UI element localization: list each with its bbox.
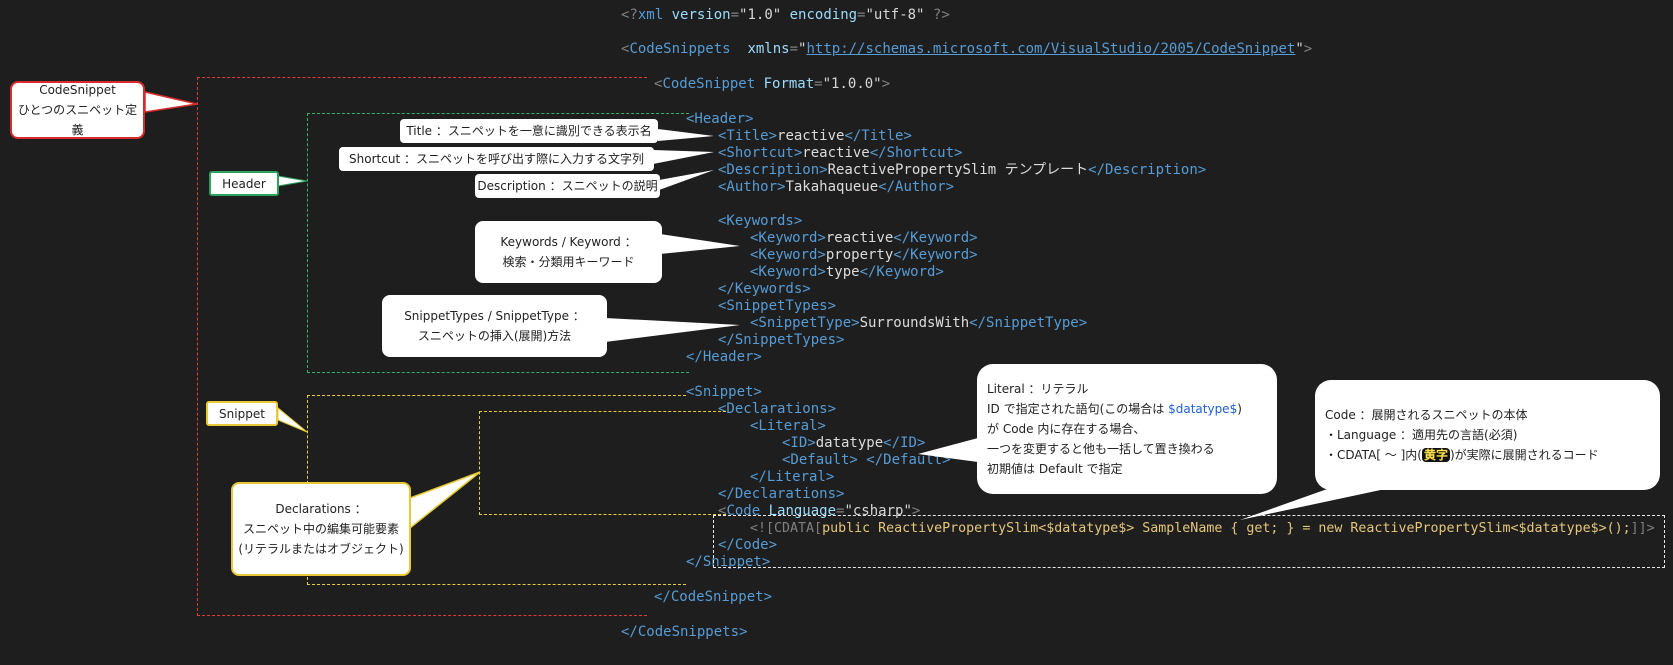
literal-callout-line2-text: ID で指定された語句(この場合は: [987, 402, 1169, 416]
code-callout-line3-text: ・CDATA[ ～ ]内(: [1325, 448, 1422, 462]
declarations-callout-line1: Declarations ：: [275, 502, 367, 516]
keywords-callout: Keywords / Keyword ： 検索・分類用キーワード: [475, 221, 662, 283]
literal-callout-line4: 一つを変更すると他も一括して置き換わる: [987, 442, 1215, 456]
code-callout-line3: ・CDATA[ ～ ]内(黄字)が実際に展開されるコード: [1325, 445, 1599, 465]
shortcut-callout: Shortcut ：スニペットを呼び出す際に入力する文字列: [339, 147, 654, 171]
snippet-pointer: [277, 406, 308, 433]
codesnippet-label-line1: CodeSnippet: [39, 83, 116, 97]
header-pointer: [277, 175, 308, 187]
declarations-pointer: [409, 471, 481, 530]
keywords-callout-line1: Keywords / Keyword ：: [500, 235, 637, 249]
snippet-label: Snippet: [206, 401, 278, 426]
keywords-callout-line2: 検索・分類用キーワード: [502, 255, 635, 269]
snippettypes-callout-line1: SnippetTypes / SnippetType ：: [404, 309, 585, 323]
snippettypes-callout-line2: スニペットの挿入(展開)方法: [417, 329, 572, 343]
literal-callout-line2: ID で指定された語句(この場合は $datatype$): [987, 399, 1242, 419]
code-callout: Code ：展開されるスニペットの本体 ・Language ：適用先の言語(必須…: [1315, 380, 1660, 490]
description-callout: Description ：スニペットの説明: [475, 174, 660, 198]
title-pointer: [658, 129, 714, 141]
literal-callout: Literal ：リテラル ID で指定された語句(この場合は $datatyp…: [977, 364, 1277, 494]
codesnippet-label-line2: ひとつのスニペット定義: [17, 103, 138, 137]
snippettypes-callout: SnippetTypes / SnippetType ： スニペットの挿入(展開…: [382, 295, 607, 357]
codesnippet-label: CodeSnippet ひとつのスニペット定義: [10, 81, 145, 139]
literal-callout-line5: 初期値は Default で指定: [987, 462, 1123, 476]
description-pointer: [659, 170, 714, 190]
literal-pointer: [918, 438, 978, 462]
datatype-token: $datatype$: [1168, 402, 1238, 416]
header-label: Header: [209, 171, 279, 196]
declarations-callout-line3: (リテラルまたはオブジェクト): [238, 542, 404, 556]
code-callout-line2: ・Language ：適用先の言語(必須): [1325, 428, 1518, 442]
keywords-pointer: [660, 234, 740, 254]
yellow-text-highlight: 黄字: [1421, 448, 1450, 462]
shortcut-pointer: [653, 150, 714, 164]
literal-callout-line2-end: ): [1237, 402, 1242, 416]
literal-callout-line3: が Code 内に存在する場合、: [987, 422, 1146, 436]
declarations-callout: Declarations ： スニペット中の編集可能要素 (リテラルまたはオブジ…: [231, 482, 411, 576]
declarations-callout-line2: スニペット中の編集可能要素: [242, 522, 399, 536]
literal-callout-line1: Literal ：リテラル: [987, 382, 1089, 396]
snippettypes-pointer: [605, 318, 740, 342]
title-callout: Title ：スニペットを一意に識別できる表示名: [400, 119, 658, 143]
codesnippet-pointer: [144, 91, 198, 113]
code-callout-line3-end: )が実際に展開されるコード: [1449, 448, 1599, 462]
code-callout-line1: Code ：展開されるスニペットの本体: [1325, 408, 1528, 422]
